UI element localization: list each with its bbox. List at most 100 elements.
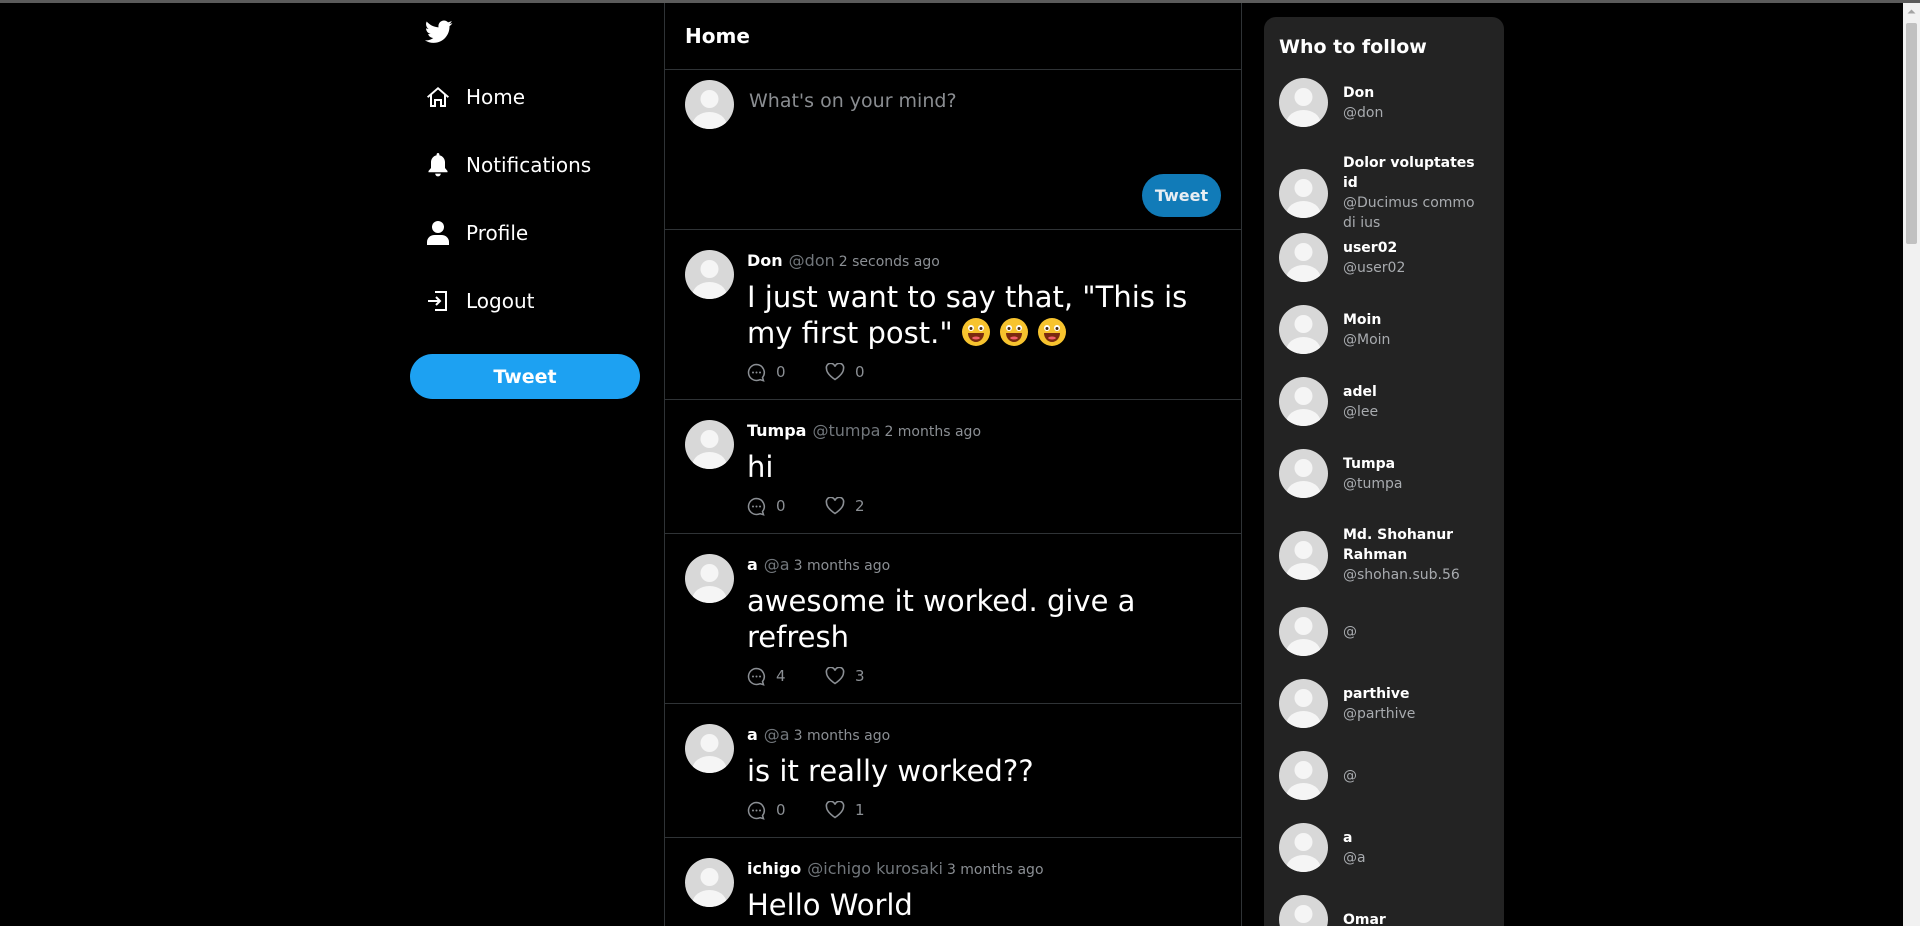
comment-icon xyxy=(747,497,765,516)
like-count: 1 xyxy=(855,801,865,819)
sidebar-tweet-button[interactable]: Tweet xyxy=(410,354,640,399)
post-author-handle: @a xyxy=(763,725,790,744)
avatar[interactable] xyxy=(685,554,734,603)
like-count: 3 xyxy=(855,667,865,685)
post-author-name[interactable]: Tumpa xyxy=(747,421,806,440)
feed-post: ichigo @ichigo kurosaki 3 months ago Hello… xyxy=(665,838,1241,926)
post-header: ichigo @ichigo kurosaki 3 months ago xyxy=(747,858,1221,881)
compose-input[interactable] xyxy=(747,88,1221,172)
heart-icon xyxy=(825,363,845,381)
post-actions: 4 3 xyxy=(747,665,1221,687)
page-title: Home xyxy=(685,24,750,48)
comment-button[interactable]: 0 xyxy=(747,801,825,820)
nav-item-logout[interactable]: Logout xyxy=(424,281,534,321)
avatar[interactable] xyxy=(685,724,734,773)
post-timestamp: 2 seconds ago xyxy=(838,254,940,270)
follow-suggestion[interactable]: adel @lee xyxy=(1279,377,1495,426)
follow-suggestion[interactable]: parthive @parthive xyxy=(1279,679,1495,728)
follow-user-handle: @lee xyxy=(1343,403,1379,420)
avatar xyxy=(1279,823,1328,872)
comment-button[interactable]: 0 xyxy=(747,363,825,382)
scrollbar-thumb[interactable] xyxy=(1906,23,1917,244)
page-scrollbar[interactable] xyxy=(1903,3,1920,926)
post-author-handle: @tumpa xyxy=(812,421,881,440)
follow-user-name: Md. Shohanur Rahman xyxy=(1343,527,1454,563)
like-button[interactable]: 0 xyxy=(825,363,903,381)
post-actions: 0 2 xyxy=(747,495,1221,517)
who-to-follow-panel: Who to follow Don @don Dolor voluptates i… xyxy=(1264,17,1504,926)
follow-suggestion[interactable]: a @a xyxy=(1279,823,1495,872)
avatar[interactable] xyxy=(685,250,734,299)
avatar xyxy=(1279,751,1328,800)
nav-item-profile[interactable]: Profile xyxy=(424,213,528,253)
post-text: hi xyxy=(747,450,774,484)
main-feed: Home Tweet Don @don2 seconds ago I just w… xyxy=(664,3,1242,926)
follow-suggestion[interactable]: Moin @Moin xyxy=(1279,305,1495,354)
post-text: awesome it worked. give a refresh xyxy=(747,584,1136,654)
follow-suggestion[interactable]: @ xyxy=(1279,607,1495,656)
avatar[interactable] xyxy=(685,858,734,907)
follow-suggestion[interactable]: Dolor voluptates id @Ducimus commodi ius xyxy=(1279,153,1495,233)
post-author-name[interactable]: ichigo xyxy=(747,859,801,878)
compose-tweet-button[interactable]: Tweet xyxy=(1142,174,1221,217)
avatar xyxy=(1279,895,1328,926)
follow-user-handle: @a xyxy=(1343,849,1366,866)
post-author-handle: @don xyxy=(788,251,835,270)
post-timestamp: 3 months ago xyxy=(793,558,891,574)
follow-suggestion[interactable]: Don @don xyxy=(1279,78,1495,127)
logout-icon xyxy=(424,287,452,315)
scroll-up-arrow-icon[interactable] xyxy=(1903,3,1920,20)
follow-user-handle: @user02 xyxy=(1343,259,1406,276)
user-icon xyxy=(424,219,452,247)
twitter-logo-icon[interactable] xyxy=(424,19,453,45)
nav-label-notifications: Notifications xyxy=(466,153,592,177)
like-button[interactable]: 2 xyxy=(825,497,903,515)
follow-suggestion[interactable]: user02 @user02 xyxy=(1279,233,1495,282)
post-timestamp: 2 months ago xyxy=(884,424,982,440)
comment-button[interactable]: 0 xyxy=(747,497,825,516)
grinning-face-emoji-icon xyxy=(999,317,1029,347)
follow-suggestion[interactable]: @ xyxy=(1279,751,1495,800)
post-timestamp: 3 months ago xyxy=(946,862,1044,878)
post-author-name[interactable]: a xyxy=(747,725,758,744)
follow-suggestion[interactable]: Tumpa @tumpa xyxy=(1279,449,1495,498)
comment-count: 4 xyxy=(776,667,786,685)
comment-count: 0 xyxy=(776,497,786,515)
follow-user-name: a xyxy=(1343,829,1353,846)
heart-icon xyxy=(825,497,845,515)
follow-user-name: Dolor voluptates id xyxy=(1343,155,1475,191)
follow-user-name: Tumpa xyxy=(1343,455,1396,472)
follow-user-name: Don xyxy=(1343,84,1375,101)
like-button[interactable]: 3 xyxy=(825,667,903,685)
comment-icon xyxy=(747,801,765,820)
nav-label-home: Home xyxy=(466,85,526,109)
nav-item-notifications[interactable]: Notifications xyxy=(424,145,591,185)
post-author-handle: @a xyxy=(763,555,790,574)
post-author-name[interactable]: a xyxy=(747,555,758,574)
follow-user-handle: @tumpa xyxy=(1343,475,1403,492)
avatar xyxy=(1279,377,1328,426)
post-text: Hello World xyxy=(747,888,913,922)
feed-post: Don @don 2 seconds ago I just want to say … xyxy=(665,230,1241,400)
follow-user-name: parthive xyxy=(1343,685,1410,702)
home-icon xyxy=(424,83,452,111)
bell-icon xyxy=(424,151,452,179)
nav-label-profile: Profile xyxy=(466,221,529,245)
post-author-name[interactable]: Don xyxy=(747,251,783,270)
nav-item-home[interactable]: Home xyxy=(424,77,525,117)
comment-button[interactable]: 4 xyxy=(747,667,825,686)
like-button[interactable]: 1 xyxy=(825,801,903,819)
avatar xyxy=(1279,168,1328,218)
follow-user-handle: @shohan.sub.56 xyxy=(1343,567,1460,583)
heart-icon xyxy=(825,667,845,685)
follow-user-name: Omar xyxy=(1343,911,1386,926)
avatar xyxy=(1279,305,1328,354)
avatar[interactable] xyxy=(685,420,734,469)
feed-post: Tumpa @tumpa 2 months ago hi 0 2 xyxy=(665,400,1241,534)
post-timestamp: 3 months ago xyxy=(793,728,891,744)
post-text: is it really worked?? xyxy=(747,754,1034,788)
follow-suggestion[interactable]: Md. Shohanur Rahman @shohan.sub.56 xyxy=(1279,525,1495,585)
heart-icon xyxy=(825,801,845,819)
follow-suggestion[interactable]: Omar xyxy=(1279,895,1495,926)
post-actions: 0 1 xyxy=(747,799,1221,821)
